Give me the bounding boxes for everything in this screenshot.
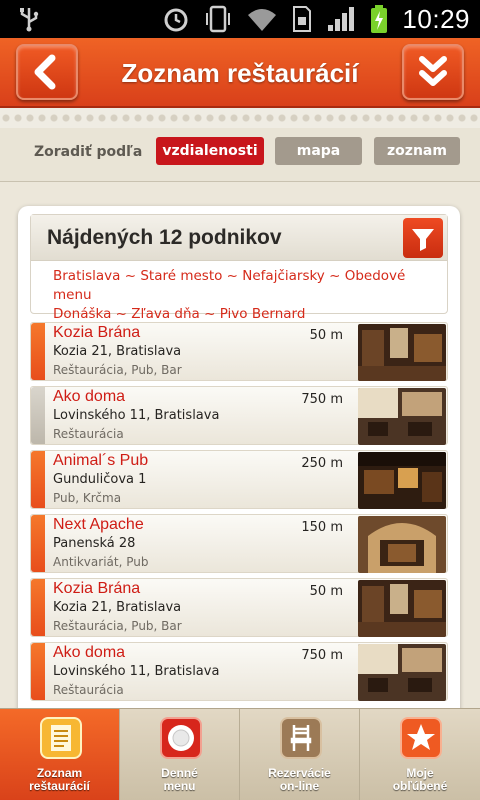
- restaurant-address: Gunduličova 1: [53, 472, 147, 487]
- vibrate-icon: [206, 5, 231, 33]
- active-filters: Bratislava ~ Staré mesto ~ Nefajčiarsky …: [53, 267, 443, 324]
- restaurant-category: Reštaurácia, Pub, Bar: [53, 619, 182, 633]
- list-icon: [40, 717, 82, 759]
- restaurant-address: Kozia 21, Bratislava: [53, 344, 182, 359]
- sim-icon: [293, 6, 312, 32]
- restaurant-photo: [358, 516, 446, 573]
- nav-label: Rezervácie on-line: [268, 766, 331, 793]
- plate-icon: [160, 717, 202, 759]
- battery-charging-icon: [371, 5, 388, 33]
- wifi-icon: [248, 9, 277, 31]
- restaurant-item[interactable]: Ako doma Lovinského 11, Bratislava Rešta…: [30, 642, 448, 701]
- restaurant-address: Kozia 21, Bratislava: [53, 600, 182, 615]
- restaurant-distance: 50 m: [309, 328, 343, 343]
- content-area: Nájdených 12 podnikov Bratislava ~ Staré…: [0, 182, 480, 726]
- restaurant-distance: 250 m: [301, 456, 343, 471]
- item-stripe: [31, 387, 45, 444]
- status-bar: 10:29: [0, 0, 480, 38]
- results-header: Nájdených 12 podnikov: [31, 215, 447, 261]
- restaurant-item[interactable]: Animal´s Pub Gunduličova 1 Pub, Krčma 25…: [30, 450, 448, 509]
- bottom-nav: Zoznam reštaurácií Denné menu Rezervácie…: [0, 708, 480, 800]
- sort-by-map-button[interactable]: mapa: [275, 137, 362, 165]
- restaurant-address: Lovinského 11, Bratislava: [53, 408, 220, 423]
- restaurant-item[interactable]: Kozia Brána Kozia 21, Bratislava Reštaur…: [30, 578, 448, 637]
- nav-label: Moje obľúbené: [392, 766, 448, 793]
- restaurant-name: Kozia Brána: [53, 324, 141, 341]
- chair-icon: [280, 717, 322, 759]
- restaurant-category: Antikvariát, Pub: [53, 555, 149, 569]
- double-chevron-down-icon: [419, 56, 447, 86]
- restaurant-item[interactable]: Next Apache Panenská 28 Antikvariát, Pub…: [30, 514, 448, 573]
- restaurant-photo: [358, 452, 446, 509]
- item-stripe: [31, 515, 45, 572]
- nav-label: Denné menu: [161, 766, 198, 793]
- restaurant-category: Reštaurácia: [53, 427, 124, 441]
- menu-button[interactable]: [402, 44, 464, 100]
- signal-icon: [328, 7, 355, 31]
- sort-bar: Zoradiť podľa vzdialenosti mapa zoznam: [0, 128, 480, 182]
- results-count-title: Nájdených 12 podnikov: [47, 226, 282, 249]
- item-stripe: [31, 451, 45, 508]
- restaurant-name: Ako doma: [53, 644, 126, 661]
- item-stripe: [31, 323, 45, 380]
- star-icon: [400, 717, 442, 759]
- results-panel: Nájdených 12 podnikov Bratislava ~ Staré…: [18, 206, 460, 726]
- restaurant-photo: [358, 580, 446, 637]
- nav-daily-menu[interactable]: Denné menu: [120, 709, 240, 800]
- restaurant-address: Panenská 28: [53, 536, 136, 551]
- restaurant-photo: [358, 324, 446, 381]
- restaurant-name: Animal´s Pub: [53, 452, 149, 469]
- sort-label: Zoradiť podľa: [34, 144, 143, 160]
- usb-icon: [20, 8, 39, 32]
- nav-reservations[interactable]: Rezervácie on-line: [240, 709, 360, 800]
- nav-label: Zoznam reštaurácií: [29, 766, 90, 793]
- filters-line-1: Bratislava ~ Staré mesto ~ Nefajčiarsky …: [53, 268, 406, 303]
- restaurant-distance: 150 m: [301, 520, 343, 535]
- restaurant-photo: [358, 644, 446, 701]
- item-stripe: [31, 579, 45, 636]
- restaurant-distance: 750 m: [301, 648, 343, 663]
- restaurant-category: Reštaurácia: [53, 683, 124, 697]
- sort-by-distance-button[interactable]: vzdialenosti: [156, 137, 264, 165]
- sort-by-list-button[interactable]: zoznam: [374, 137, 460, 165]
- restaurant-item[interactable]: Kozia Brána Kozia 21, Bratislava Reštaur…: [30, 322, 448, 381]
- restaurant-name: Next Apache: [53, 516, 144, 533]
- restaurant-name: Ako doma: [53, 388, 126, 405]
- restaurant-list: Kozia Brána Kozia 21, Bratislava Reštaur…: [30, 322, 448, 706]
- app-header: Zoznam reštaurácií: [0, 38, 480, 108]
- restaurant-name: Kozia Brána: [53, 580, 141, 597]
- results-summary: Nájdených 12 podnikov Bratislava ~ Staré…: [30, 214, 448, 322]
- restaurant-photo: [358, 388, 446, 445]
- alarm-icon: [164, 8, 188, 32]
- filter-button[interactable]: [403, 218, 443, 258]
- restaurant-address: Lovinského 11, Bratislava: [53, 664, 220, 679]
- restaurant-item[interactable]: Ako doma Lovinského 11, Bratislava Rešta…: [30, 386, 448, 445]
- item-stripe: [31, 643, 45, 700]
- lace-divider: [0, 108, 480, 128]
- restaurant-category: Reštaurácia, Pub, Bar: [53, 363, 182, 377]
- restaurant-distance: 50 m: [309, 584, 343, 599]
- restaurant-category: Pub, Krčma: [53, 491, 122, 505]
- nav-restaurant-list[interactable]: Zoznam reštaurácií: [0, 709, 120, 800]
- restaurant-distance: 750 m: [301, 392, 343, 407]
- nav-favorites[interactable]: Moje obľúbené: [360, 709, 480, 800]
- clock: 10:29: [402, 3, 470, 34]
- filter-funnel-icon: [412, 229, 434, 251]
